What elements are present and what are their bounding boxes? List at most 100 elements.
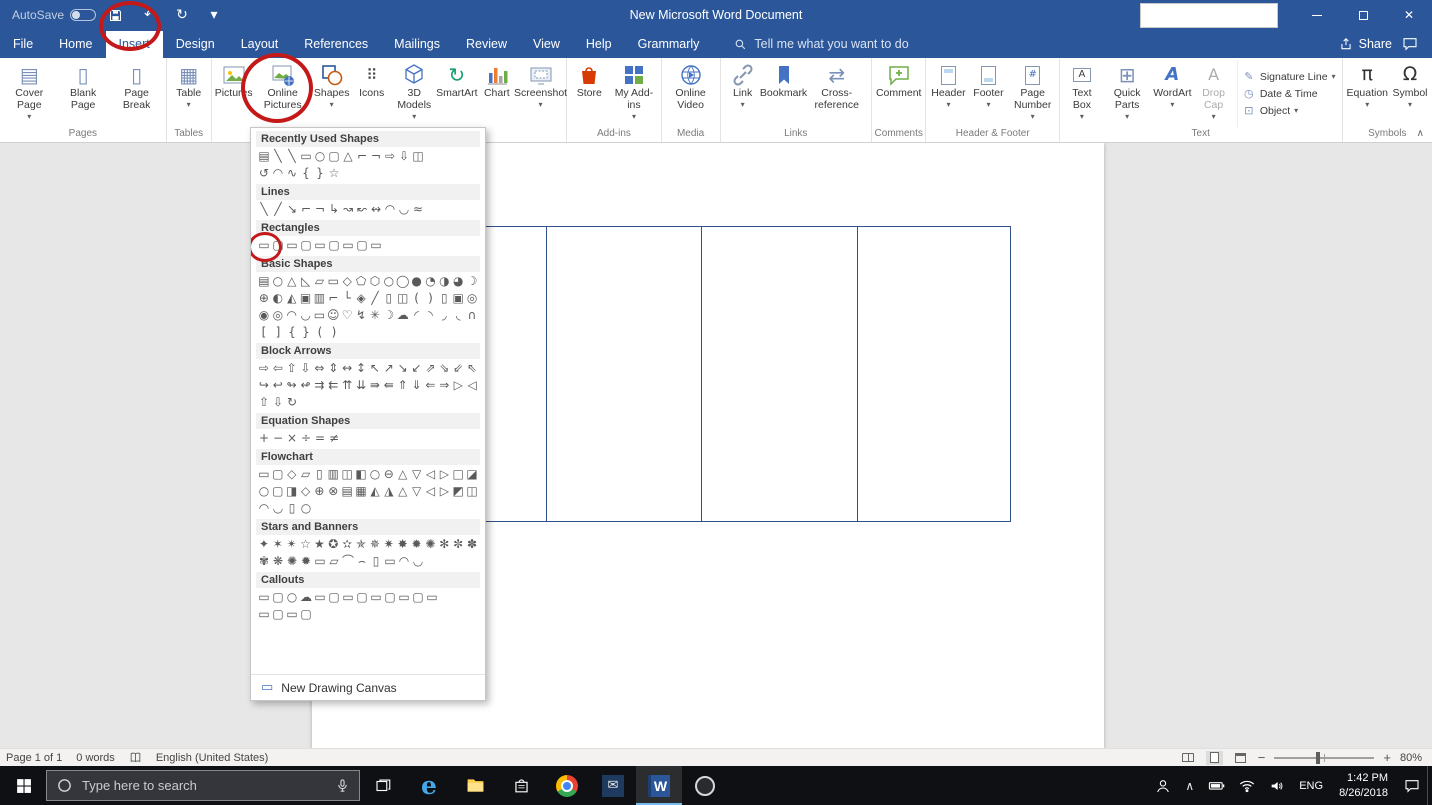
shape-icon[interactable]: ✹ xyxy=(299,553,313,570)
shape-icon[interactable]: ❋ xyxy=(271,553,285,570)
shape-icon[interactable]: ⊗ xyxy=(326,483,340,500)
tab-layout[interactable]: Layout xyxy=(228,31,292,58)
shape-icon[interactable]: ○ xyxy=(285,589,299,606)
shape-icon[interactable]: ⇇ xyxy=(326,377,340,394)
shape-icon[interactable]: ▤ xyxy=(257,148,271,165)
shape-icon[interactable]: ↔ xyxy=(340,360,354,377)
app-icon-chrome[interactable] xyxy=(544,766,590,805)
shape-icon[interactable]: ↭ xyxy=(369,201,383,218)
bookmark-button[interactable]: Bookmark xyxy=(763,60,805,127)
language-button[interactable]: ENG xyxy=(1292,766,1330,805)
shape-icon[interactable]: ( xyxy=(313,324,327,341)
app-icon-word[interactable]: W xyxy=(636,766,682,805)
shape-icon[interactable]: = xyxy=(313,430,327,447)
proofing-status-icon[interactable] xyxy=(129,751,142,764)
shape-icon[interactable]: ↯ xyxy=(354,307,368,324)
shape-icon[interactable]: ▯ xyxy=(382,290,396,307)
shape-icon[interactable]: ◇ xyxy=(285,466,299,483)
shape-icon[interactable]: ▢ xyxy=(271,589,285,606)
shape-icon[interactable]: ⌐ xyxy=(326,290,340,307)
shape-icon[interactable]: ↺ xyxy=(257,165,271,182)
shape-icon[interactable]: ♡ xyxy=(340,307,354,324)
shape-icon[interactable]: ↫ xyxy=(299,377,313,394)
shape-icon[interactable]: ⇔ xyxy=(313,360,327,377)
shape-icon[interactable]: ▢ xyxy=(383,589,397,606)
store-button[interactable]: Store xyxy=(569,60,609,127)
shape-icon[interactable]: × xyxy=(285,430,299,447)
app-icon-store[interactable] xyxy=(498,766,544,805)
shape-icon[interactable]: ⇧ xyxy=(285,360,299,377)
shape-icon[interactable]: ✹ xyxy=(410,536,424,553)
autosave-toggle[interactable]: AutoSave xyxy=(12,8,96,22)
shape-icon[interactable]: ▭ xyxy=(369,589,383,606)
shape-icon[interactable]: ◡ xyxy=(411,553,425,570)
shape-icon[interactable]: ○ xyxy=(368,466,382,483)
tab-home[interactable]: Home xyxy=(46,31,105,58)
drop-cap-button[interactable]: A Drop Cap ▾ xyxy=(1192,60,1234,127)
network-icon[interactable] xyxy=(1232,766,1262,805)
shape-icon[interactable]: } xyxy=(313,165,327,182)
shape-icon[interactable]: ✾ xyxy=(257,553,271,570)
shape-icon[interactable]: ◞ xyxy=(437,307,451,324)
shape-icon[interactable]: ⇉ xyxy=(313,377,327,394)
shape-icon[interactable]: ⇖ xyxy=(465,360,479,377)
shape-icon[interactable]: ] xyxy=(271,324,285,341)
shape-icon[interactable]: ⌐ xyxy=(299,201,313,218)
shape-icon[interactable]: ◎ xyxy=(465,290,479,307)
shape-icon[interactable]: ▢ xyxy=(271,237,285,254)
shape-icon[interactable]: ☽ xyxy=(382,307,396,324)
shape-icon[interactable]: ✷ xyxy=(382,536,396,553)
shape-icon[interactable]: ○ xyxy=(257,483,271,500)
shape-icon[interactable]: ⇘ xyxy=(437,360,451,377)
action-center-button[interactable] xyxy=(1397,766,1427,805)
comment-button[interactable]: Comment xyxy=(874,60,924,127)
shape-icon[interactable]: ◠ xyxy=(257,500,271,517)
shape-icon[interactable]: ◠ xyxy=(285,307,299,324)
shape-icon[interactable]: ↙ xyxy=(410,360,424,377)
shape-icon[interactable]: ✵ xyxy=(368,536,382,553)
cover-page-button[interactable]: ▤ Cover Page ▾ xyxy=(2,60,57,127)
share-button[interactable]: Share xyxy=(1339,37,1392,51)
3d-models-button[interactable]: 3D Models ▾ xyxy=(392,60,437,127)
shape-icon[interactable]: ◈ xyxy=(354,290,368,307)
shape-icon[interactable]: ▭ xyxy=(397,589,411,606)
shape-icon[interactable]: ↖ xyxy=(368,360,382,377)
shape-icon[interactable]: ∿ xyxy=(285,165,299,182)
shape-icon[interactable]: ▯ xyxy=(285,500,299,517)
shape-icon[interactable]: ◎ xyxy=(271,307,285,324)
shape-icon[interactable]: ☺ xyxy=(326,307,340,324)
feedback-bubble-icon[interactable] xyxy=(1402,36,1418,52)
tab-file[interactable]: File xyxy=(0,31,46,58)
shape-icon[interactable]: ◕ xyxy=(451,273,465,290)
shape-icon[interactable]: ▢ xyxy=(327,148,341,165)
customize-quick-access-button[interactable]: ▾ xyxy=(204,7,224,23)
shape-icon[interactable]: ⇛ xyxy=(368,377,382,394)
shape-icon[interactable]: ▭ xyxy=(326,273,340,290)
shape-icon[interactable]: ◮ xyxy=(382,483,396,500)
shape-icon[interactable]: ✳ xyxy=(368,307,382,324)
shape-icon[interactable]: ÷ xyxy=(299,430,313,447)
redo-button[interactable]: ↻ xyxy=(172,7,192,23)
shape-icon[interactable]: ◔ xyxy=(424,273,438,290)
shape-icon[interactable]: ▢ xyxy=(271,606,285,623)
shape-icon[interactable]: ▭ xyxy=(257,606,271,623)
signature-line-button[interactable]: ✎ Signature Line ▾ xyxy=(1242,70,1336,83)
shape-icon[interactable]: ◝ xyxy=(424,307,438,324)
shape-icon[interactable]: ▭ xyxy=(313,553,327,570)
battery-icon[interactable] xyxy=(1201,766,1232,805)
shape-icon[interactable]: ⌢ xyxy=(355,553,369,570)
tab-view[interactable]: View xyxy=(520,31,573,58)
shape-icon[interactable]: ▯ xyxy=(313,466,327,483)
word-count[interactable]: 0 words xyxy=(76,752,115,764)
read-mode-button[interactable] xyxy=(1180,751,1197,765)
shape-icon[interactable]: ◩ xyxy=(451,483,465,500)
shape-icon[interactable]: ↜ xyxy=(355,201,369,218)
shape-icon[interactable]: ╲ xyxy=(285,148,299,165)
shape-icon[interactable]: ⇩ xyxy=(299,360,313,377)
online-video-button[interactable]: Online Video xyxy=(664,60,718,127)
shape-icon[interactable]: ☆ xyxy=(299,536,313,553)
shape-icon[interactable]: ◡ xyxy=(299,307,313,324)
shape-icon[interactable]: ◫ xyxy=(465,483,479,500)
pictures-button[interactable]: Pictures xyxy=(214,60,254,127)
shape-icon[interactable]: ∩ xyxy=(465,307,479,324)
